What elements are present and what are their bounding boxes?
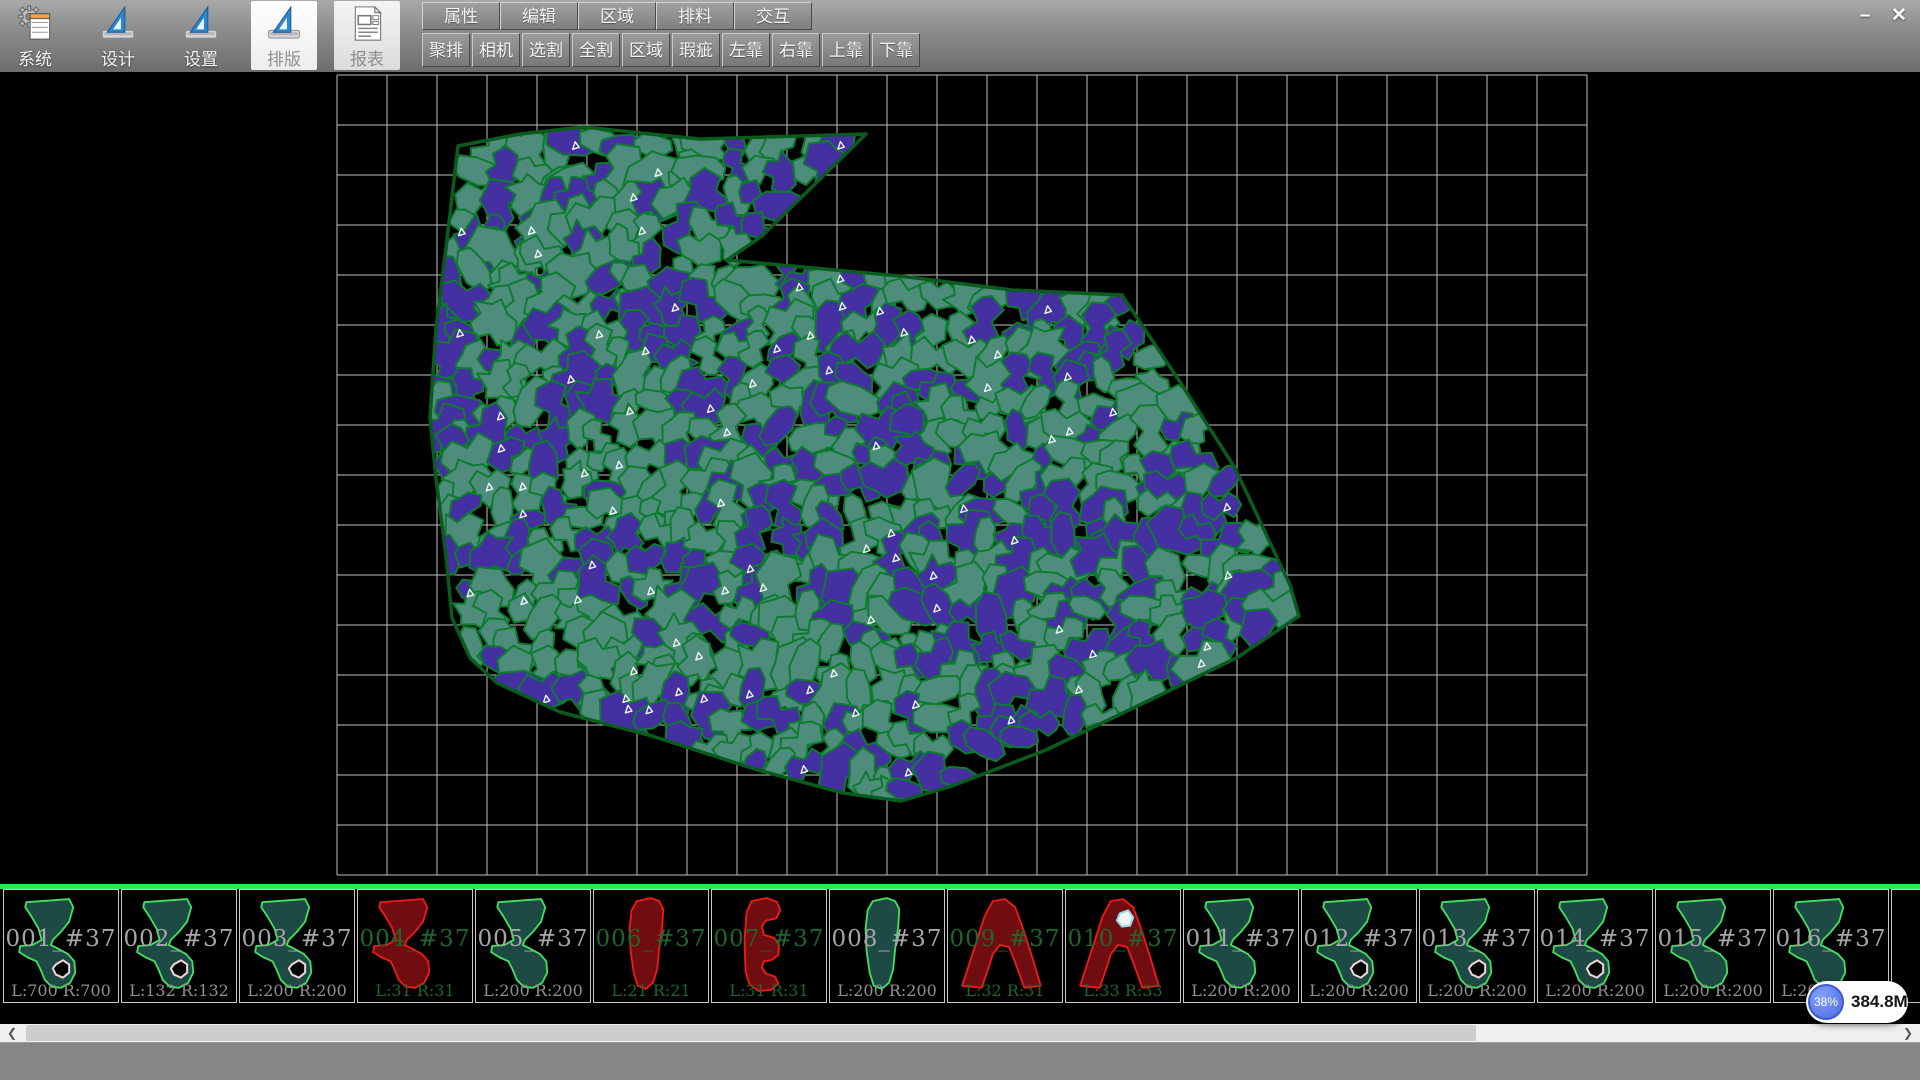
tool-button-snap-top[interactable]: 上靠 xyxy=(822,33,870,67)
tool-button-region[interactable]: 区域 xyxy=(622,33,670,67)
piece-thumbnail[interactable]: 013_#37 L:200 R:200 xyxy=(1419,889,1535,1003)
piece-id-label: 012_#37 xyxy=(1302,926,1416,952)
menu-tab-nesting[interactable]: 排料 xyxy=(656,2,734,30)
piece-thumbnail[interactable]: 003_#37 L:200 R:200 xyxy=(239,889,355,1003)
report-document-icon xyxy=(347,4,387,43)
piece-lr-label: L:21 R:21 xyxy=(594,981,708,1000)
piece-id-label: 005_#37 xyxy=(476,926,590,952)
piece-lr-label: L:200 R:200 xyxy=(830,981,944,1000)
piece-thumbnail[interactable]: 001_#37 L:700 R:700 xyxy=(3,889,119,1003)
piece-lr-label: L:200 R:200 xyxy=(1538,981,1652,1000)
ribbon-main-buttons: 系统 设计 设置 xyxy=(2,1,400,70)
menu-tab-properties[interactable]: 属性 xyxy=(422,2,500,30)
status-bar xyxy=(0,1042,1920,1080)
nesting-ruler-icon xyxy=(264,4,304,43)
window-controls: – ✕ xyxy=(1852,4,1912,28)
piece-thumbnail[interactable]: 008_#37 L:200 R:200 xyxy=(829,889,945,1003)
nesting-canvas[interactable] xyxy=(0,72,1920,884)
tool-button-cluster-nest[interactable]: 聚排 xyxy=(422,33,470,67)
ribbon-button-label: 设计 xyxy=(101,45,135,70)
menu-tab-region[interactable]: 区域 xyxy=(578,2,656,30)
piece-id-label: 003_#37 xyxy=(240,926,354,952)
piece-thumbnail[interactable]: 006_#37 L:21 R:21 xyxy=(593,889,709,1003)
ribbon-button-settings[interactable]: 设置 xyxy=(168,1,234,70)
tool-button-camera[interactable]: 相机 xyxy=(472,33,520,67)
progress-percent: 38% xyxy=(1814,995,1838,1009)
application-window: 系统 设计 设置 xyxy=(0,0,1920,1080)
tool-button-select-cut[interactable]: 选割 xyxy=(522,33,570,67)
horizontal-scrollbar[interactable]: ❮ ❯ xyxy=(0,1024,1920,1042)
tool-button-cut-all[interactable]: 全割 xyxy=(572,33,620,67)
tool-button-snap-bottom[interactable]: 下靠 xyxy=(872,33,920,67)
piece-id-label: 007_#37 xyxy=(712,926,826,952)
piece-lr-label: L:200 R:200 xyxy=(1302,981,1416,1000)
tool-button-snap-left[interactable]: 左靠 xyxy=(722,33,770,67)
scroll-left-button[interactable]: ❮ xyxy=(0,1024,24,1042)
piece-id-label: 013_#37 xyxy=(1420,926,1534,952)
piece-id-label: 010_#37 xyxy=(1066,926,1180,952)
piece-lr-label: L:200 R:200 xyxy=(1184,981,1298,1000)
scroll-right-button[interactable]: ❯ xyxy=(1896,1024,1920,1042)
piece-lr-label: L:200 R:200 xyxy=(240,981,354,1000)
piece-lr-label: L:31 R:31 xyxy=(358,981,472,1000)
ribbon-button-label: 系统 xyxy=(18,45,52,70)
ribbon-button-label: 报表 xyxy=(350,45,384,70)
piece-lr-label: L:700 R:700 xyxy=(4,981,118,1000)
piece-id-label: 001_#37 xyxy=(4,926,118,952)
piece-lr-label: L:31 R:31 xyxy=(712,981,826,1000)
piece-thumbnail[interactable]: 011_#37 L:200 R:200 xyxy=(1183,889,1299,1003)
settings-ruler-icon xyxy=(181,4,221,43)
pieces-panel: 001_#37L:700 R:700002_#37L:132 R:132003_… xyxy=(0,889,1920,1007)
ribbon-button-system[interactable]: 系统 xyxy=(2,1,68,70)
piece-id-label: 015_#37 xyxy=(1656,926,1770,952)
piece-thumbnail[interactable]: 015_#37 L:200 R:200 xyxy=(1655,889,1771,1003)
piece-lr-label: L:132 R:132 xyxy=(122,981,236,1000)
scrollbar-thumb[interactable] xyxy=(26,1025,1476,1041)
piece-id-label: 008_#37 xyxy=(830,926,944,952)
piece-thumbnail[interactable]: 010_#37 L:33 R:33 xyxy=(1065,889,1181,1003)
piece-id-label: 009_#37 xyxy=(948,926,1062,952)
tool-button-row: 聚排相机选割全割区域瑕疵左靠右靠上靠下靠 xyxy=(422,33,920,67)
close-button[interactable]: ✕ xyxy=(1886,4,1912,28)
piece-id-label: 002_#37 xyxy=(122,926,236,952)
piece-lr-label: L:32 R:31 xyxy=(948,981,1062,1000)
piece-lr-label: L:200 R:200 xyxy=(476,981,590,1000)
piece-id-label: 016_#37 xyxy=(1774,926,1888,952)
piece-id-label: 004_#37 xyxy=(358,926,472,952)
piece-id-label: 011_#37 xyxy=(1184,926,1298,952)
system-gear-icon xyxy=(15,4,55,43)
memory-badge[interactable]: 38% 384.8M xyxy=(1806,981,1908,1023)
piece-thumbnail[interactable]: 002_#37 L:132 R:132 xyxy=(121,889,237,1003)
piece-shape xyxy=(1898,892,1920,998)
tool-button-defect[interactable]: 瑕疵 xyxy=(672,33,720,67)
piece-id-label: 014_#37 xyxy=(1538,926,1652,952)
piece-thumbnail[interactable]: 014_#37 L:200 R:200 xyxy=(1537,889,1653,1003)
menu-tab-edit[interactable]: 编辑 xyxy=(500,2,578,30)
piece-lr-label: L:200 R:200 xyxy=(1656,981,1770,1000)
main-toolbar: 系统 设计 设置 xyxy=(0,0,1920,73)
piece-thumbnail[interactable]: 012_#37 L:200 R:200 xyxy=(1301,889,1417,1003)
piece-lr-label: L:33 R:33 xyxy=(1066,981,1180,1000)
ribbon-button-nesting[interactable]: 排版 xyxy=(251,1,317,70)
ribbon-button-label: 排版 xyxy=(267,45,301,70)
piece-thumbnail[interactable]: 007_#37 L:31 R:31 xyxy=(711,889,827,1003)
ribbon-button-label: 设置 xyxy=(184,45,218,70)
menu-tab-interaction[interactable]: 交互 xyxy=(734,2,812,30)
piece-lr-label: L:200 R:200 xyxy=(1420,981,1534,1000)
piece-id-label: 006_#37 xyxy=(594,926,708,952)
piece-thumbnail[interactable]: 004_#37 L:31 R:31 xyxy=(357,889,473,1003)
progress-circle: 38% xyxy=(1808,984,1844,1020)
menu-tab-bar: 属性编辑区域排料交互 xyxy=(422,2,812,30)
minimize-button[interactable]: – xyxy=(1852,4,1878,28)
piece-thumbnail[interactable]: 005_#37 L:200 R:200 xyxy=(475,889,591,1003)
piece-thumbnail[interactable]: 009_#37 L:32 R:31 xyxy=(947,889,1063,1003)
design-ruler-icon xyxy=(98,4,138,43)
ribbon-button-design[interactable]: 设计 xyxy=(85,1,151,70)
tool-button-snap-right[interactable]: 右靠 xyxy=(772,33,820,67)
ribbon-button-report[interactable]: 报表 xyxy=(334,1,400,70)
memory-value: 384.8M xyxy=(1851,992,1908,1012)
nested-pieces xyxy=(414,118,1306,818)
